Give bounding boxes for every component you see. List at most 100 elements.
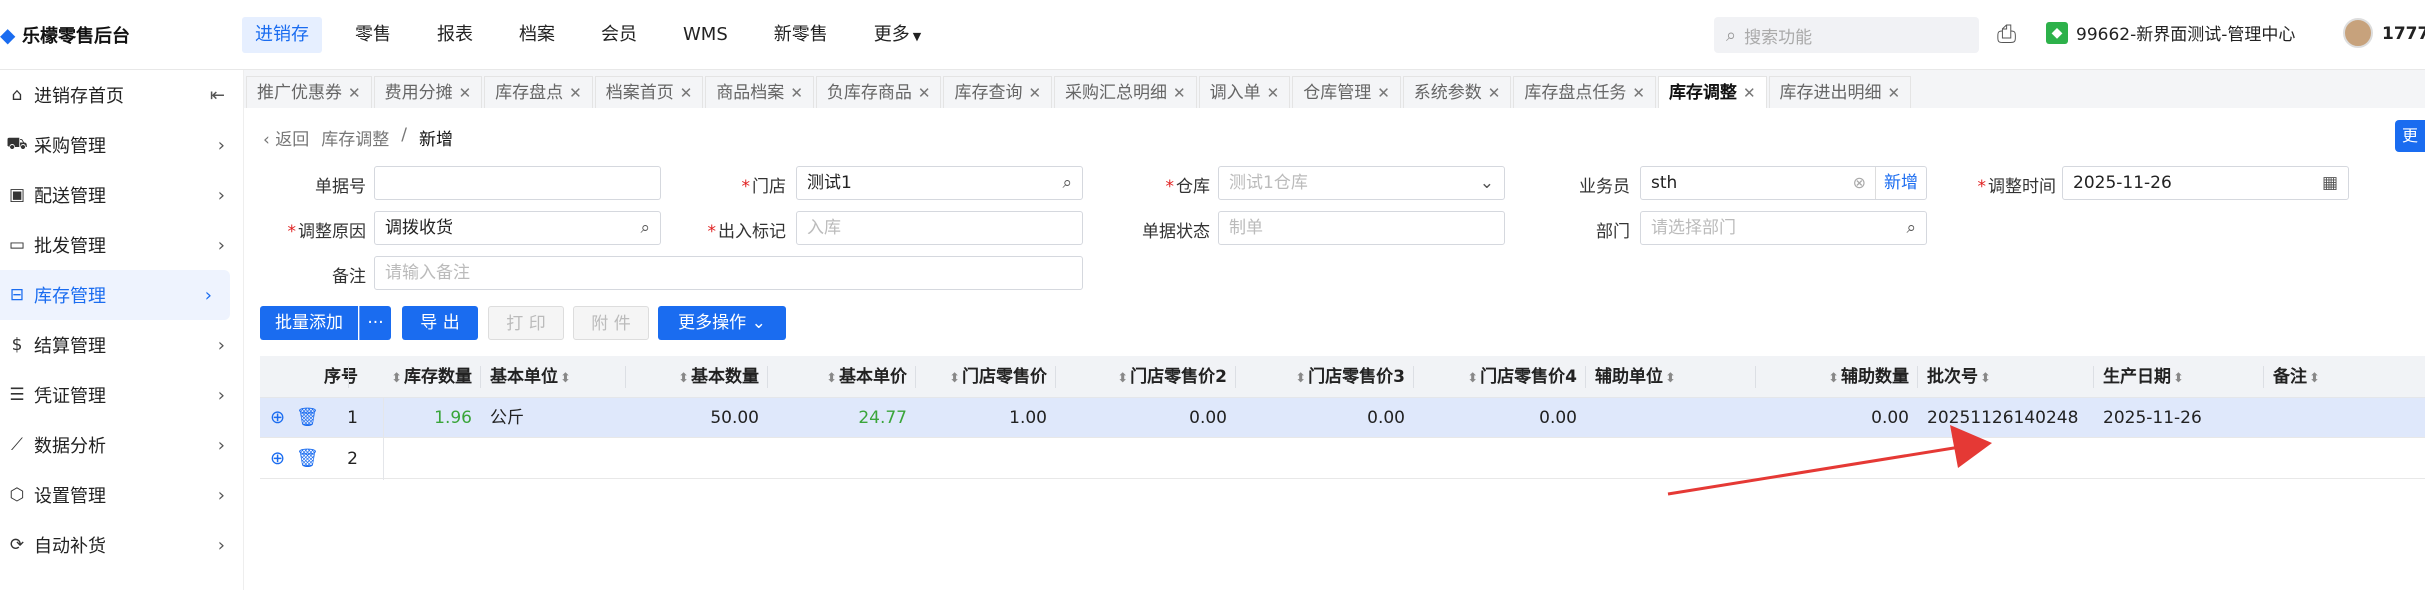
close-icon[interactable]: ✕: [1743, 84, 1756, 102]
cell-aux_qty[interactable]: [1765, 439, 1909, 479]
tab-2[interactable]: 库存盘点 ✕: [484, 76, 593, 108]
cell-stock[interactable]: [358, 439, 472, 479]
col-separator[interactable]: [1235, 366, 1236, 388]
nav-item-member[interactable]: 会员: [588, 17, 650, 53]
col-header-remark[interactable]: 备注 ⬍: [2273, 356, 2417, 398]
tab-7[interactable]: 采购汇总明细 ✕: [1054, 76, 1197, 108]
search-icon[interactable]: ⌕: [1062, 167, 1072, 199]
sidebar-item-9[interactable]: ⟳ 自动补货 ›: [0, 520, 243, 570]
sidebar-item-0[interactable]: ⌂ 进销存首页 ⇤: [0, 70, 243, 120]
nav-item-retail[interactable]: 零售: [342, 17, 404, 53]
cell-remark[interactable]: [2273, 398, 2417, 438]
cell-aux_unit[interactable]: [1595, 398, 1747, 438]
close-icon[interactable]: ✕: [1267, 84, 1280, 102]
col-header-p3[interactable]: ⬍ 门店零售价3: [1245, 356, 1405, 398]
col-separator[interactable]: [1055, 366, 1056, 388]
cell-no[interactable]: 1: [288, 398, 358, 438]
sidebar-item-5[interactable]: $ 结算管理 ›: [0, 320, 243, 370]
add-row-icon[interactable]: ⊕: [270, 398, 285, 438]
col-separator[interactable]: [1917, 366, 1918, 388]
close-icon[interactable]: ✕: [569, 84, 582, 102]
col-separator[interactable]: [625, 366, 626, 388]
cell-p4[interactable]: [1423, 439, 1577, 479]
cell-stock[interactable]: 1.96: [358, 398, 472, 438]
nav-item-jxc[interactable]: 进销存: [242, 17, 322, 53]
tab-10[interactable]: 系统参数 ✕: [1402, 76, 1512, 108]
col-separator[interactable]: [767, 366, 768, 388]
close-icon[interactable]: ✕: [680, 84, 693, 102]
store-input[interactable]: 测试1 ⌕: [796, 166, 1083, 200]
col-header-date[interactable]: 生产日期 ⬍: [2103, 356, 2255, 398]
cell-date[interactable]: [2103, 439, 2255, 479]
printer-icon[interactable]: ⎙: [1997, 20, 2016, 48]
warehouse-select[interactable]: 测试1仓库 ⌄: [1218, 166, 1505, 200]
nav-item-new-retail[interactable]: 新零售: [761, 17, 841, 53]
tab-8[interactable]: 调入单 ✕: [1198, 76, 1291, 108]
col-separator[interactable]: [2093, 366, 2094, 388]
batch-add-more-button[interactable]: ···: [359, 306, 391, 340]
cell-aux_unit[interactable]: [1595, 439, 1747, 479]
close-icon[interactable]: ✕: [459, 84, 472, 102]
col-separator[interactable]: [2263, 366, 2264, 388]
col-header-unit[interactable]: 基本单位 ⬍: [490, 356, 617, 398]
close-icon[interactable]: ✕: [1888, 84, 1901, 102]
col-header-price[interactable]: ⬍ 基本单价: [777, 356, 907, 398]
col-header-p1[interactable]: ⬍ 门店零售价: [925, 356, 1047, 398]
col-separator[interactable]: [348, 366, 349, 388]
sidebar-item-3[interactable]: ▭ 批发管理 ›: [0, 220, 243, 270]
nav-item-more[interactable]: 更多 ▼: [861, 17, 934, 53]
add-row-icon[interactable]: ⊕: [270, 439, 285, 479]
sidebar-item-7[interactable]: ⟋ 数据分析 ›: [0, 420, 243, 470]
adjust-time-picker[interactable]: 2025-11-26 ▦: [2062, 166, 2349, 200]
cell-p3[interactable]: 0.00: [1245, 398, 1405, 438]
org-switcher[interactable]: ◆ 99662-新界面测试-管理中心: [2046, 20, 2295, 45]
app-logo[interactable]: ◆ 乐檬零售后台: [0, 20, 130, 50]
tab-0[interactable]: 推广优惠券 ✕: [246, 76, 372, 108]
cell-p4[interactable]: 0.00: [1423, 398, 1577, 438]
batch-add-button[interactable]: 批量添加: [260, 306, 358, 340]
sidebar-item-8[interactable]: ⬡ 设置管理 ›: [0, 470, 243, 520]
remark-input[interactable]: 请输入备注: [374, 256, 1083, 290]
reason-input[interactable]: 调拨收货 ⌕: [374, 211, 661, 245]
tab-6[interactable]: 库存查询 ✕: [943, 76, 1053, 108]
table-row[interactable]: ⊕ 🗑 1 1.96 公斤 50.00 24.77 1.00 0.00 0.00 0.00 0.00 2…: [260, 398, 2425, 438]
cell-unit[interactable]: 公斤: [490, 398, 617, 438]
col-separator[interactable]: [915, 366, 916, 388]
cell-date[interactable]: 2025-11-26: [2103, 398, 2255, 438]
cell-p3[interactable]: [1245, 439, 1405, 479]
cell-p1[interactable]: 1.00: [925, 398, 1047, 438]
search-icon[interactable]: ⌕: [640, 212, 650, 244]
col-header-aux_qty[interactable]: ⬍ 辅助数量: [1765, 356, 1909, 398]
tab-11[interactable]: 库存盘点任务 ✕: [1513, 76, 1656, 108]
sidebar-item-1[interactable]: ⛟ 采购管理 ›: [0, 120, 243, 170]
sidebar-item-2[interactable]: ▣ 配送管理 ›: [0, 170, 243, 220]
col-separator[interactable]: [480, 366, 481, 388]
clear-icon[interactable]: ⊗: [1853, 167, 1866, 199]
tab-4[interactable]: 商品档案 ✕: [705, 76, 814, 108]
cell-p2[interactable]: 0.00: [1065, 398, 1227, 438]
doc-status-input[interactable]: 制单: [1218, 211, 1505, 245]
doc-no-input[interactable]: [374, 166, 661, 200]
cell-batch[interactable]: 20251126140248: [1927, 398, 2085, 438]
export-button[interactable]: 导 出: [402, 306, 478, 340]
breadcrumb-parent[interactable]: 库存调整: [321, 125, 389, 150]
col-header-p4[interactable]: ⬍ 门店零售价4: [1423, 356, 1577, 398]
close-icon[interactable]: ✕: [790, 84, 803, 102]
tab-1[interactable]: 费用分摊 ✕: [373, 76, 483, 108]
back-link[interactable]: ‹ 返回: [263, 125, 309, 150]
cell-remark[interactable]: [2273, 439, 2417, 479]
col-header-batch[interactable]: 批次号 ⬍: [1927, 356, 2085, 398]
col-separator[interactable]: [1585, 366, 1586, 388]
close-icon[interactable]: ✕: [1632, 84, 1645, 102]
nav-item-report[interactable]: 报表: [424, 17, 486, 53]
io-flag-input[interactable]: 入库: [796, 211, 1083, 245]
close-icon[interactable]: ✕: [918, 84, 931, 102]
cell-price[interactable]: [777, 439, 907, 479]
cell-p2[interactable]: [1065, 439, 1227, 479]
cell-no[interactable]: 2: [288, 439, 358, 479]
nav-item-wms[interactable]: WMS: [670, 17, 741, 53]
search-icon[interactable]: ⌕: [1906, 212, 1916, 244]
sidebar-item-4[interactable]: ⊟ 库存管理 ›: [0, 270, 230, 320]
search-box[interactable]: ⌕ 搜索功能: [1714, 17, 1979, 53]
user-name[interactable]: 17774: [2382, 24, 2425, 44]
